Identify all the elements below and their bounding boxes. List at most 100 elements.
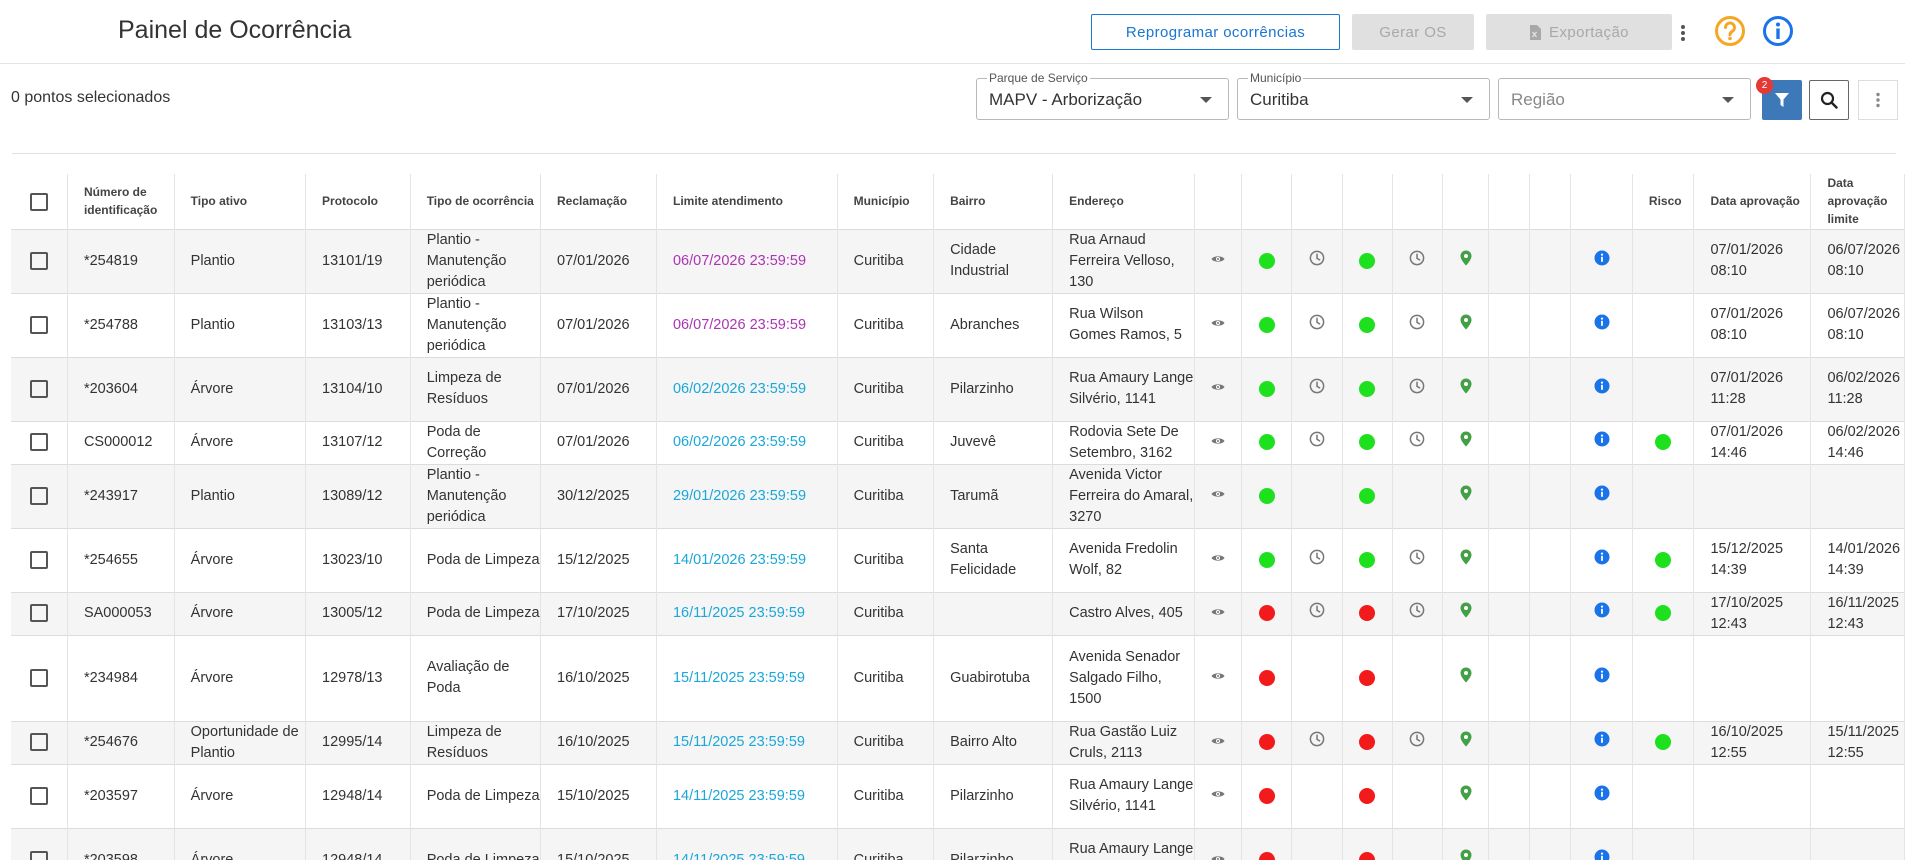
eye-icon[interactable] [1211,485,1225,506]
clock-icon[interactable] [1309,431,1325,454]
cell-info [1570,464,1633,528]
clock-icon[interactable] [1309,731,1325,754]
row-checkbox[interactable] [29,786,48,805]
info-circle-icon[interactable] [1594,849,1610,860]
clock-icon[interactable] [1309,602,1325,625]
eye-icon[interactable] [1211,378,1225,399]
cell-bairro: Tarumã [933,464,1054,528]
clock-icon[interactable] [1409,250,1425,273]
table-row[interactable]: *254819 Plantio 13101/19 Plantio - Manutenç… [11,229,1905,293]
info-circle-icon[interactable] [1594,250,1610,273]
eye-icon[interactable] [1211,603,1225,624]
row-checkbox[interactable] [29,550,48,569]
map-pin-icon[interactable] [1460,314,1472,337]
table-row[interactable]: *254676 Oportunidade de Plantio 12995/14 Li… [11,721,1905,764]
municipio-select[interactable]: Município Curitiba [1237,71,1490,120]
clock-icon[interactable] [1309,378,1325,401]
header-limite[interactable]: Limite atendimento [656,174,838,229]
header-bairro[interactable]: Bairro [933,174,1054,229]
row-checkbox[interactable] [29,379,48,398]
clock-icon[interactable] [1309,549,1325,572]
row-checkbox[interactable] [29,850,48,860]
gerar-os-button[interactable]: Gerar OS [1352,14,1474,50]
map-pin-icon[interactable] [1460,431,1472,454]
map-pin-icon[interactable] [1460,785,1472,808]
map-pin-icon[interactable] [1460,485,1472,508]
export-button[interactable]: Exportação [1486,14,1672,50]
eye-icon[interactable] [1211,549,1225,570]
eye-icon[interactable] [1211,667,1225,688]
clock-icon[interactable] [1409,378,1425,401]
clock-icon[interactable] [1409,549,1425,572]
clock-icon[interactable] [1409,431,1425,454]
info-circle-icon[interactable] [1594,602,1610,625]
search-button[interactable] [1809,80,1849,120]
header-id[interactable]: Número de identificação [67,174,175,229]
more-filters-icon[interactable] [1858,80,1898,120]
eye-icon[interactable] [1211,250,1225,271]
cell-tipo-ativo: Plantio [174,229,307,293]
table-row[interactable]: *254655 Árvore 13023/10 Poda de Limpeza 15/1… [11,528,1905,592]
table-row[interactable]: CS000012 Árvore 13107/12 Poda de Correção 07… [11,421,1905,464]
clock-icon[interactable] [1409,602,1425,625]
clock-icon[interactable] [1409,314,1425,337]
table-row[interactable]: *254788 Plantio 13103/13 Plantio - Manutenç… [11,293,1905,357]
help-icon[interactable] [1714,15,1746,47]
header-endereco[interactable]: Endereço [1052,174,1195,229]
map-pin-icon[interactable] [1460,602,1472,625]
header-municipio[interactable]: Município [837,174,935,229]
info-circle-icon[interactable] [1594,549,1610,572]
eye-icon[interactable] [1211,785,1225,806]
eye-icon[interactable] [1211,850,1225,860]
eye-icon[interactable] [1211,432,1225,453]
row-checkbox[interactable] [29,433,48,452]
table-row[interactable]: *234984 Árvore 12978/13 Avaliação de Poda 16… [11,635,1905,721]
row-checkbox[interactable] [29,604,48,623]
info-circle-icon[interactable] [1594,731,1610,754]
regiao-select[interactable]: Região [1498,78,1751,120]
clock-icon[interactable] [1309,250,1325,273]
info-circle-icon[interactable] [1594,785,1610,808]
cell-clock-2 [1392,764,1444,828]
row-checkbox[interactable] [29,733,48,752]
header-data-aprovacao[interactable]: Data aprovação [1693,174,1812,229]
row-checkbox[interactable] [29,251,48,270]
row-checkbox[interactable] [29,315,48,334]
info-icon[interactable] [1762,15,1794,47]
info-circle-icon[interactable] [1594,667,1610,690]
table-row[interactable]: SA000053 Árvore 13005/12 Poda de Limpeza 17/… [11,592,1905,635]
clock-icon[interactable] [1409,731,1425,754]
eye-icon[interactable] [1211,732,1225,753]
cell-clock-1 [1291,828,1343,860]
header-reclamacao[interactable]: Reclamação [540,174,657,229]
info-circle-icon[interactable] [1594,378,1610,401]
info-circle-icon[interactable] [1594,485,1610,508]
map-pin-icon[interactable] [1460,549,1472,572]
occurrences-table-container[interactable]: Número de identificação Tipo ativo Proto… [11,174,1905,860]
clock-icon[interactable] [1309,314,1325,337]
map-pin-icon[interactable] [1460,849,1472,860]
table-row[interactable]: *243917 Plantio 13089/12 Plantio - Manutenç… [11,464,1905,528]
map-pin-icon[interactable] [1460,250,1472,273]
header-tipo-ocorrencia[interactable]: Tipo de ocorrência [410,174,542,229]
header-risco[interactable]: Risco [1632,174,1695,229]
select-all-checkbox[interactable] [29,192,48,211]
map-pin-icon[interactable] [1460,731,1472,754]
more-options-icon[interactable] [1670,20,1696,46]
table-row[interactable]: *203597 Árvore 12948/14 Poda de Limpeza 15/1… [11,764,1905,828]
header-data-aprovacao-limite[interactable]: Data aprovação limite [1810,174,1905,229]
reprogram-button[interactable]: Reprogramar ocorrências [1091,14,1340,50]
table-row[interactable]: *203604 Árvore 13104/10 Limpeza de Resíduos… [11,357,1905,421]
info-circle-icon[interactable] [1594,431,1610,454]
map-pin-icon[interactable] [1460,378,1472,401]
row-checkbox[interactable] [29,668,48,687]
info-circle-icon[interactable] [1594,314,1610,337]
map-pin-icon[interactable] [1460,667,1472,690]
row-checkbox[interactable] [29,486,48,505]
parque-servico-select[interactable]: Parque de Serviço MAPV - Arborização [976,71,1229,120]
eye-icon[interactable] [1211,314,1225,335]
table-row[interactable]: *203598 Árvore 12948/14 Poda de Limpeza 15/1… [11,828,1905,860]
cell-clock-1 [1291,293,1343,357]
header-protocolo[interactable]: Protocolo [305,174,411,229]
header-tipo-ativo[interactable]: Tipo ativo [174,174,307,229]
